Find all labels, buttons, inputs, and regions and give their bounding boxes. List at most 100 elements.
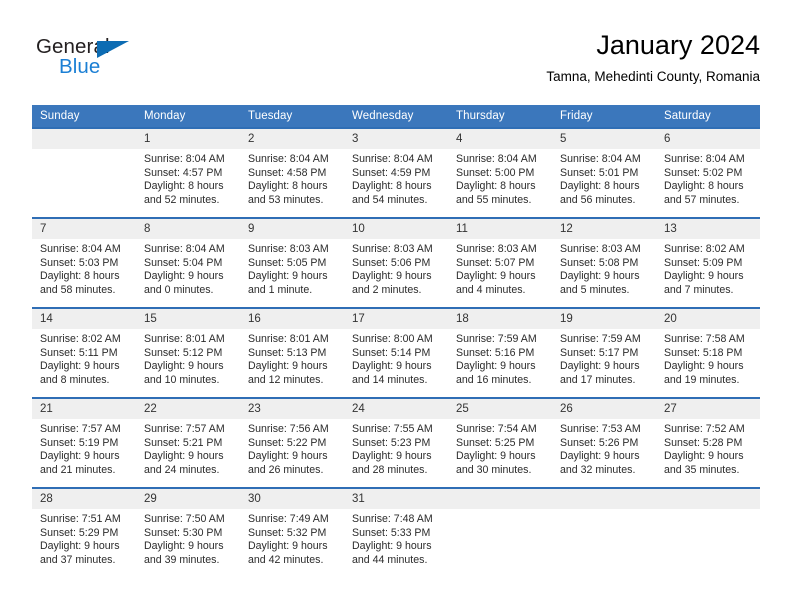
daylight-text-line1: Daylight: 9 hours <box>144 360 224 373</box>
sunset-text: Sunset: 5:21 PM <box>144 436 223 449</box>
calendar-day-cell[interactable]: 22 Sunrise: 7:57 AM Sunset: 5:21 PM Dayligh… <box>136 397 240 488</box>
daylight-text-line2: and 12 minutes. <box>248 373 324 386</box>
sunrise-text: Sunrise: 8:02 AM <box>40 333 121 345</box>
daylight-text-line1: Daylight: 9 hours <box>352 360 432 373</box>
daylight-text-line2: and 35 minutes. <box>664 463 740 476</box>
sunset-text: Sunset: 5:12 PM <box>144 346 223 359</box>
day-details: Sunrise: 7:53 AM Sunset: 5:26 PM Daylight:… <box>552 419 656 477</box>
daylight-text-line1: Daylight: 8 hours <box>352 180 432 193</box>
calendar-day-cell[interactable]: 10 Sunrise: 8:03 AM Sunset: 5:06 PM Dayligh… <box>344 217 448 308</box>
sunrise-text: Sunrise: 7:54 AM <box>456 423 537 435</box>
daylight-text-line2: and 52 minutes. <box>144 193 220 206</box>
sunset-text: Sunset: 5:03 PM <box>40 256 119 269</box>
daylight-text-line1: Daylight: 9 hours <box>144 270 224 283</box>
day-details: Sunrise: 8:04 AM Sunset: 5:00 PM Daylight:… <box>448 149 552 207</box>
calendar-page: General Blue January 2024 Tamna, Mehedin… <box>0 0 792 612</box>
calendar-day-cell[interactable]: 13 Sunrise: 8:02 AM Sunset: 5:09 PM Dayligh… <box>656 217 760 308</box>
calendar-day-cell[interactable]: 14 Sunrise: 8:02 AM Sunset: 5:11 PM Dayligh… <box>32 307 136 398</box>
sunset-text: Sunset: 5:22 PM <box>248 436 327 449</box>
day-number: 5 <box>552 129 656 149</box>
title-block: January 2024 Tamna, Mehedinti County, Ro… <box>546 28 760 87</box>
calendar-day-cell[interactable]: 2 Sunrise: 8:04 AM Sunset: 4:58 PM Daylight… <box>240 127 344 218</box>
calendar-day-cell[interactable]: 24 Sunrise: 7:55 AM Sunset: 5:23 PM Dayligh… <box>344 397 448 488</box>
daylight-text-line2: and 37 minutes. <box>40 553 116 566</box>
calendar-day-cell[interactable]: 25 Sunrise: 7:54 AM Sunset: 5:25 PM Dayligh… <box>448 397 552 488</box>
calendar-day-cell-empty <box>32 127 136 218</box>
calendar-day-cell[interactable]: 26 Sunrise: 7:53 AM Sunset: 5:26 PM Dayligh… <box>552 397 656 488</box>
sunset-text: Sunset: 5:02 PM <box>664 166 743 179</box>
day-details: Sunrise: 8:04 AM Sunset: 5:01 PM Daylight:… <box>552 149 656 207</box>
day-number: 26 <box>552 399 656 419</box>
day-number: 21 <box>32 399 136 419</box>
daylight-text-line1: Daylight: 9 hours <box>40 450 120 463</box>
daylight-text-line1: Daylight: 9 hours <box>560 450 640 463</box>
daylight-text-line1: Daylight: 9 hours <box>248 450 328 463</box>
daylight-text-line1: Daylight: 9 hours <box>664 270 744 283</box>
daylight-text-line2: and 19 minutes. <box>664 373 740 386</box>
day-details: Sunrise: 7:52 AM Sunset: 5:28 PM Daylight:… <box>656 419 760 477</box>
day-number <box>656 489 760 509</box>
daylight-text-line1: Daylight: 9 hours <box>248 360 328 373</box>
day-number: 8 <box>136 219 240 239</box>
calendar-grid: Sunday Monday Tuesday Wednesday Thursday Frid… <box>32 105 760 578</box>
daylight-text-line1: Daylight: 9 hours <box>664 360 744 373</box>
calendar-day-cell[interactable]: 31 Sunrise: 7:48 AM Sunset: 5:33 PM Dayligh… <box>344 487 448 578</box>
sunrise-text: Sunrise: 8:04 AM <box>664 153 745 165</box>
calendar-table: Sunday Monday Tuesday Wednesday Thursday Frid… <box>32 105 760 578</box>
calendar-day-cell[interactable]: 20 Sunrise: 7:58 AM Sunset: 5:18 PM Dayligh… <box>656 307 760 398</box>
sunrise-text: Sunrise: 8:04 AM <box>144 153 225 165</box>
general-blue-logo: General Blue <box>36 36 166 88</box>
calendar-day-cell[interactable]: 9 Sunrise: 8:03 AM Sunset: 5:05 PM Daylight… <box>240 217 344 308</box>
day-number: 25 <box>448 399 552 419</box>
calendar-day-cell[interactable]: 23 Sunrise: 7:56 AM Sunset: 5:22 PM Dayligh… <box>240 397 344 488</box>
logo-triangle-icon <box>97 41 129 58</box>
day-details: Sunrise: 8:00 AM Sunset: 5:14 PM Daylight:… <box>344 329 448 387</box>
calendar-day-cell[interactable]: 30 Sunrise: 7:49 AM Sunset: 5:32 PM Dayligh… <box>240 487 344 578</box>
sunrise-text: Sunrise: 7:49 AM <box>248 513 329 525</box>
calendar-day-cell-empty <box>552 487 656 578</box>
calendar-day-cell[interactable]: 17 Sunrise: 8:00 AM Sunset: 5:14 PM Dayligh… <box>344 307 448 398</box>
sunrise-text: Sunrise: 8:03 AM <box>248 243 329 255</box>
day-details: Sunrise: 7:50 AM Sunset: 5:30 PM Daylight:… <box>136 509 240 567</box>
calendar-day-cell[interactable]: 15 Sunrise: 8:01 AM Sunset: 5:12 PM Dayligh… <box>136 307 240 398</box>
calendar-day-cell[interactable]: 21 Sunrise: 7:57 AM Sunset: 5:19 PM Dayligh… <box>32 397 136 488</box>
calendar-day-cell[interactable]: 28 Sunrise: 7:51 AM Sunset: 5:29 PM Dayligh… <box>32 487 136 578</box>
day-details: Sunrise: 7:48 AM Sunset: 5:33 PM Daylight:… <box>344 509 448 567</box>
calendar-day-cell[interactable]: 27 Sunrise: 7:52 AM Sunset: 5:28 PM Dayligh… <box>656 397 760 488</box>
calendar-day-cell[interactable]: 18 Sunrise: 7:59 AM Sunset: 5:16 PM Dayligh… <box>448 307 552 398</box>
sunset-text: Sunset: 5:00 PM <box>456 166 535 179</box>
daylight-text-line1: Daylight: 8 hours <box>560 180 640 193</box>
calendar-day-cell[interactable]: 4 Sunrise: 8:04 AM Sunset: 5:00 PM Daylight… <box>448 127 552 218</box>
sunset-text: Sunset: 4:59 PM <box>352 166 431 179</box>
calendar-day-cell[interactable]: 11 Sunrise: 8:03 AM Sunset: 5:07 PM Dayligh… <box>448 217 552 308</box>
daylight-text-line2: and 17 minutes. <box>560 373 636 386</box>
sunset-text: Sunset: 5:32 PM <box>248 526 327 539</box>
day-number: 27 <box>656 399 760 419</box>
sunrise-text: Sunrise: 8:04 AM <box>560 153 641 165</box>
calendar-day-cell[interactable]: 16 Sunrise: 8:01 AM Sunset: 5:13 PM Dayligh… <box>240 307 344 398</box>
calendar-day-cell[interactable]: 1 Sunrise: 8:04 AM Sunset: 4:57 PM Daylight… <box>136 127 240 218</box>
calendar-day-cell[interactable]: 12 Sunrise: 8:03 AM Sunset: 5:08 PM Dayligh… <box>552 217 656 308</box>
daylight-text-line1: Daylight: 9 hours <box>560 270 640 283</box>
calendar-day-cell[interactable]: 7 Sunrise: 8:04 AM Sunset: 5:03 PM Daylight… <box>32 217 136 308</box>
daylight-text-line2: and 57 minutes. <box>664 193 740 206</box>
calendar-day-cell[interactable]: 3 Sunrise: 8:04 AM Sunset: 4:59 PM Daylight… <box>344 127 448 218</box>
day-number: 4 <box>448 129 552 149</box>
day-details: Sunrise: 8:02 AM Sunset: 5:11 PM Daylight:… <box>32 329 136 387</box>
calendar-day-cell[interactable]: 8 Sunrise: 8:04 AM Sunset: 5:04 PM Daylight… <box>136 217 240 308</box>
daylight-text-line1: Daylight: 8 hours <box>144 180 224 193</box>
calendar-day-cell[interactable]: 29 Sunrise: 7:50 AM Sunset: 5:30 PM Dayligh… <box>136 487 240 578</box>
logo-text-blue: Blue <box>59 55 101 78</box>
calendar-week-row: 14 Sunrise: 8:02 AM Sunset: 5:11 PM Dayligh… <box>32 307 760 398</box>
sunset-text: Sunset: 5:13 PM <box>248 346 327 359</box>
day-details: Sunrise: 7:54 AM Sunset: 5:25 PM Daylight:… <box>448 419 552 477</box>
day-details: Sunrise: 7:59 AM Sunset: 5:17 PM Daylight:… <box>552 329 656 387</box>
day-details: Sunrise: 8:04 AM Sunset: 4:57 PM Daylight:… <box>136 149 240 207</box>
sunset-text: Sunset: 5:01 PM <box>560 166 639 179</box>
day-number <box>448 489 552 509</box>
day-details: Sunrise: 7:59 AM Sunset: 5:16 PM Daylight:… <box>448 329 552 387</box>
calendar-day-cell[interactable]: 6 Sunrise: 8:04 AM Sunset: 5:02 PM Daylight… <box>656 127 760 218</box>
daylight-text-line2: and 21 minutes. <box>40 463 116 476</box>
calendar-day-cell[interactable]: 19 Sunrise: 7:59 AM Sunset: 5:17 PM Dayligh… <box>552 307 656 398</box>
calendar-day-cell[interactable]: 5 Sunrise: 8:04 AM Sunset: 5:01 PM Daylight… <box>552 127 656 218</box>
